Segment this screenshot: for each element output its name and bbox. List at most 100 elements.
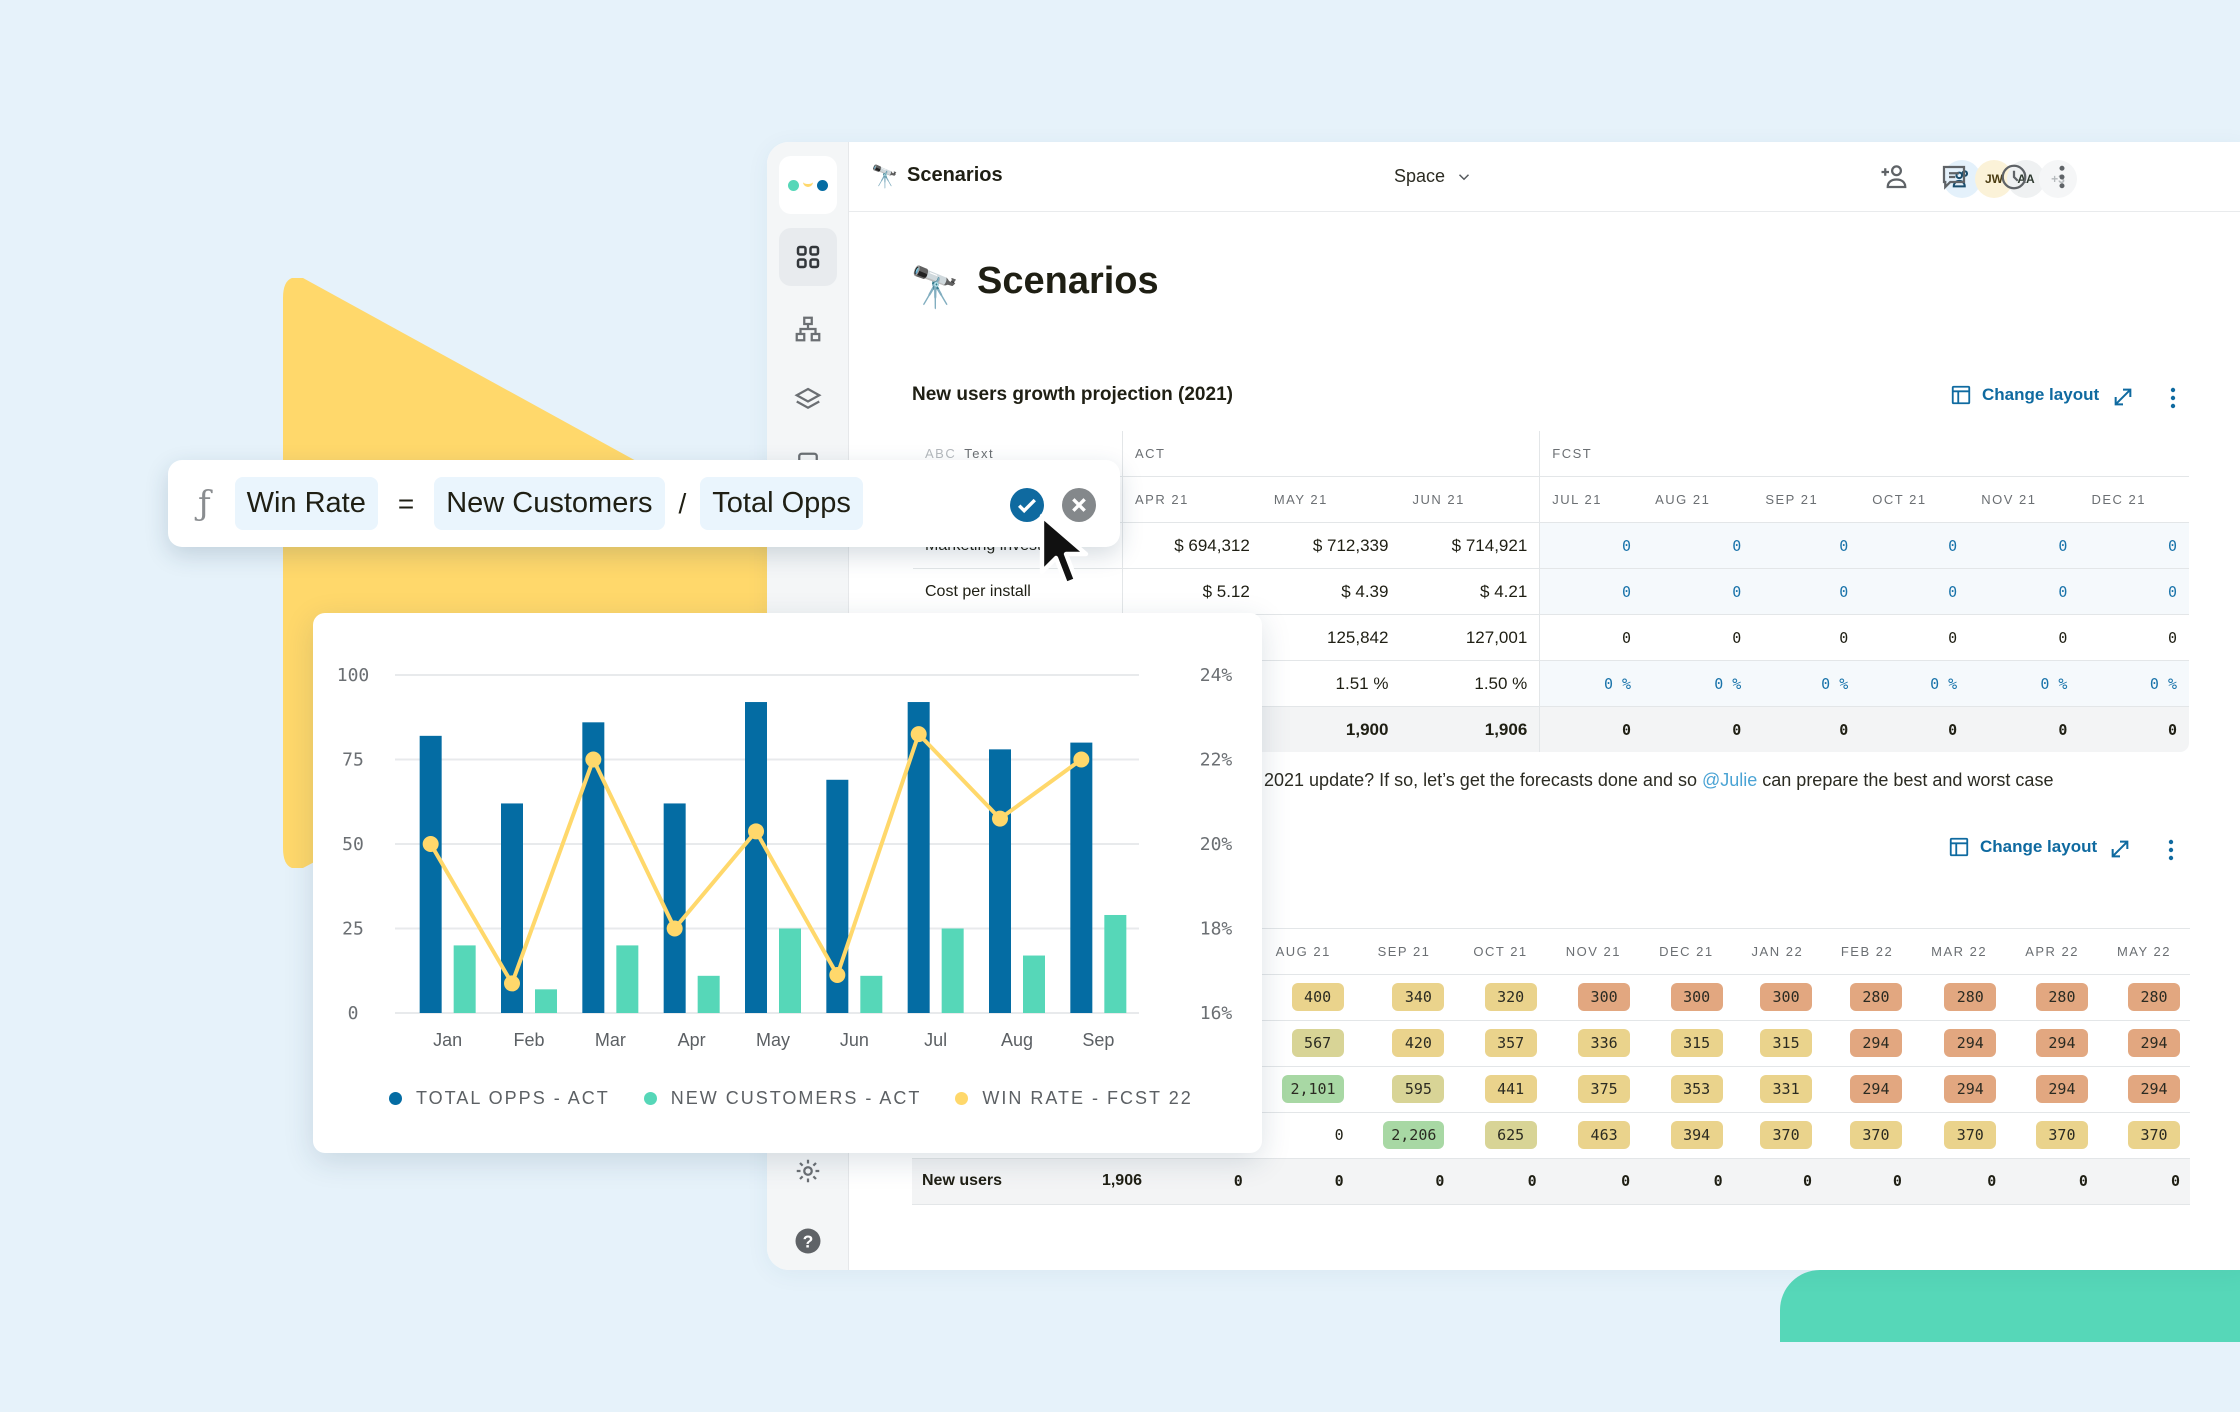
cohort-cell[interactable]: 353 bbox=[1640, 1066, 1733, 1113]
total-cell[interactable]: 0 bbox=[1822, 1158, 1912, 1205]
act-cell[interactable]: 1.50 % bbox=[1400, 660, 1541, 707]
cohort-cell[interactable]: 2,101 bbox=[1252, 1066, 1354, 1113]
total-cell[interactable]: 0 bbox=[1640, 1158, 1733, 1205]
forecast-cell[interactable]: 0 bbox=[1643, 614, 1754, 661]
cohort-cell[interactable]: 357 bbox=[1454, 1020, 1547, 1067]
forecast-cell[interactable]: 0 bbox=[1753, 522, 1861, 569]
forecast-cell[interactable]: 0 bbox=[1643, 568, 1754, 615]
cohort-cell[interactable]: 315 bbox=[1732, 1020, 1823, 1067]
cohort-cell[interactable]: 567 bbox=[1252, 1020, 1354, 1067]
cohort-cell[interactable]: 294 bbox=[2097, 1020, 2190, 1067]
forecast-cell[interactable]: 0 bbox=[2079, 522, 2189, 569]
forecast-cell[interactable]: 0 bbox=[1753, 614, 1861, 661]
act-cell[interactable]: $ 5.12 bbox=[1122, 568, 1262, 615]
total-cell[interactable]: 0 bbox=[1454, 1158, 1547, 1205]
forecast-cell[interactable]: 0 % bbox=[2079, 660, 2189, 707]
forecast-cell[interactable]: 0 bbox=[1753, 568, 1861, 615]
cohort-cell[interactable]: 2,206 bbox=[1353, 1112, 1455, 1159]
forecast-cell[interactable]: 0 bbox=[1969, 706, 2080, 752]
forecast-cell[interactable]: 0 % bbox=[1860, 660, 1970, 707]
forecast-cell[interactable]: 0 bbox=[2079, 706, 2189, 752]
cohort-cell[interactable]: 300 bbox=[1732, 974, 1823, 1021]
total-cell[interactable]: 0 bbox=[1353, 1158, 1455, 1205]
cohort-cell[interactable]: 294 bbox=[2006, 1066, 2098, 1113]
act-cell[interactable]: 125,842 bbox=[1261, 614, 1401, 661]
cohort-cell[interactable]: 294 bbox=[2097, 1066, 2190, 1113]
forecast-cell[interactable]: 0 % bbox=[1539, 660, 1644, 707]
total-cell[interactable]: 0 bbox=[1546, 1158, 1641, 1205]
forecast-cell[interactable]: 0 bbox=[1539, 522, 1644, 569]
sidebar-item-layers[interactable] bbox=[779, 370, 837, 428]
forecast-cell[interactable]: 0 bbox=[2079, 568, 2189, 615]
formula-editor[interactable]: ƒ Win Rate = New Customers / Total Opps bbox=[168, 460, 1120, 547]
cohort-cell[interactable]: 280 bbox=[2097, 974, 2190, 1021]
forecast-cell[interactable]: 0 % bbox=[1753, 660, 1861, 707]
legend-item[interactable]: WIN RATE - FCST 22 bbox=[955, 1088, 1192, 1109]
cohort-cell[interactable]: 331 bbox=[1732, 1066, 1823, 1113]
cohort-cell[interactable]: 294 bbox=[1822, 1066, 1912, 1113]
formula-result-token[interactable]: Win Rate bbox=[234, 477, 378, 530]
total-cell[interactable]: 0 bbox=[2097, 1158, 2190, 1205]
cohort-cell[interactable]: 294 bbox=[1822, 1020, 1912, 1067]
change-layout-button[interactable]: Change layout bbox=[1950, 384, 2099, 406]
act-cell[interactable]: 1.51 % bbox=[1261, 660, 1401, 707]
sidebar-item-help[interactable]: ? bbox=[779, 1212, 837, 1270]
forecast-cell[interactable]: 0 % bbox=[1969, 660, 2080, 707]
forecast-cell[interactable]: 0 bbox=[1643, 522, 1754, 569]
expand-icon-2[interactable] bbox=[2109, 838, 2131, 860]
legend-item[interactable]: TOTAL OPPS - ACT bbox=[389, 1088, 610, 1109]
total-cell[interactable]: 0 bbox=[1732, 1158, 1823, 1205]
act-cell[interactable]: 1,906 bbox=[1400, 706, 1541, 752]
comment-icon[interactable] bbox=[1939, 162, 1969, 192]
cohort-cell[interactable]: 625 bbox=[1454, 1112, 1547, 1159]
forecast-cell[interactable]: 0 bbox=[1969, 522, 2080, 569]
section-more-icon[interactable] bbox=[2169, 386, 2177, 410]
forecast-cell[interactable]: 0 % bbox=[1643, 660, 1754, 707]
row-label[interactable]: New users bbox=[912, 1158, 1032, 1205]
legend-item[interactable]: NEW CUSTOMERS - ACT bbox=[643, 1088, 922, 1109]
add-user-icon[interactable] bbox=[1879, 162, 1909, 192]
total-cell[interactable]: 0 bbox=[1252, 1158, 1354, 1205]
cohort-cell[interactable]: 400 bbox=[1252, 974, 1354, 1021]
cohort-cell[interactable]: 280 bbox=[1822, 974, 1912, 1021]
space-dropdown[interactable]: Space bbox=[1394, 166, 1473, 187]
expand-icon[interactable] bbox=[2112, 386, 2134, 408]
cohort-cell[interactable]: 370 bbox=[2097, 1112, 2190, 1159]
act-cell[interactable]: $ 694,312 bbox=[1122, 522, 1262, 569]
forecast-cell[interactable]: 0 bbox=[1753, 706, 1861, 752]
sidebar-item-hierarchy[interactable] bbox=[779, 300, 837, 358]
forecast-cell[interactable]: 0 bbox=[1969, 568, 2080, 615]
cohort-cell[interactable]: 370 bbox=[1911, 1112, 2007, 1159]
forecast-cell[interactable]: 0 bbox=[1643, 706, 1754, 752]
section-more-icon-2[interactable] bbox=[2167, 838, 2175, 862]
more-options-icon[interactable] bbox=[2047, 162, 2077, 192]
act-cell[interactable]: 1,900 bbox=[1261, 706, 1401, 752]
cohort-cell[interactable]: 340 bbox=[1353, 974, 1455, 1021]
sidebar-item-dashboard[interactable] bbox=[779, 228, 837, 286]
cohort-cell[interactable]: 300 bbox=[1546, 974, 1641, 1021]
cohort-cell[interactable]: 370 bbox=[2006, 1112, 2098, 1159]
formula-operand-token[interactable]: New Customers bbox=[434, 477, 665, 530]
cohort-cell[interactable]: 315 bbox=[1640, 1020, 1733, 1067]
cohort-cell[interactable]: 370 bbox=[1732, 1112, 1823, 1159]
forecast-cell[interactable]: 0 bbox=[1860, 522, 1970, 569]
forecast-cell[interactable]: 0 bbox=[1860, 614, 1970, 661]
cohort-cell[interactable]: 320 bbox=[1454, 974, 1547, 1021]
cohort-cell[interactable]: 375 bbox=[1546, 1066, 1641, 1113]
history-clock-icon[interactable] bbox=[1999, 162, 2029, 192]
formula-operand-token[interactable]: Total Opps bbox=[700, 477, 863, 530]
forecast-cell[interactable]: 0 bbox=[1539, 614, 1644, 661]
cohort-cell[interactable]: 294 bbox=[2006, 1020, 2098, 1067]
act-total-cell[interactable]: 1,906 bbox=[1032, 1158, 1152, 1205]
forecast-cell[interactable]: 0 bbox=[1969, 614, 2080, 661]
app-logo[interactable] bbox=[779, 156, 837, 214]
total-cell[interactable]: 0 bbox=[2006, 1158, 2098, 1205]
cohort-cell[interactable]: 294 bbox=[1911, 1066, 2007, 1113]
cohort-cell[interactable]: 463 bbox=[1546, 1112, 1641, 1159]
forecast-cell[interactable]: 0 bbox=[1539, 568, 1644, 615]
act-cell[interactable]: 127,001 bbox=[1400, 614, 1541, 661]
cohort-cell[interactable]: 595 bbox=[1353, 1066, 1455, 1113]
forecast-cell[interactable]: 0 bbox=[1860, 706, 1970, 752]
cohort-cell[interactable]: 336 bbox=[1546, 1020, 1641, 1067]
cohort-cell[interactable]: 441 bbox=[1454, 1066, 1547, 1113]
